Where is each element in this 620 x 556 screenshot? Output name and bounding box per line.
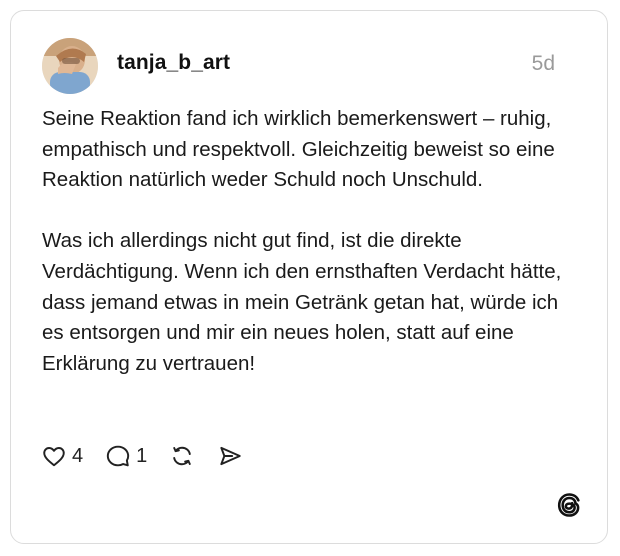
like-button[interactable]: 4 [41, 443, 83, 469]
threads-logo-glyph [557, 493, 580, 517]
post-card: tanja_b_art 5d Seine Reaktion fand ich w… [10, 10, 608, 544]
repost-icon [173, 446, 192, 466]
reply-count: 1 [136, 444, 148, 467]
avatar-photo [42, 38, 98, 94]
send-icon [220, 446, 241, 466]
repost-button[interactable] [169, 443, 195, 469]
heart-icon [43, 447, 65, 467]
like-count: 4 [72, 444, 84, 467]
comment-bubble-icon [106, 445, 130, 467]
share-button[interactable] [217, 443, 243, 469]
reply-button[interactable]: 1 [105, 443, 147, 469]
post-paragraph: Seine Reaktion fand ich wirklich bemerke… [42, 107, 555, 192]
post-timestamp: 5d [531, 52, 555, 75]
post-actions: 4 1 [41, 441, 243, 471]
threads-logo-icon[interactable] [555, 491, 583, 519]
avatar[interactable] [42, 38, 98, 94]
post-paragraph: Was ich allerdings nicht gut find, ist d… [42, 229, 562, 375]
username[interactable]: tanja_b_art [117, 51, 230, 75]
post-text: Seine Reaktion fand ich wirklich bemerke… [42, 104, 582, 379]
